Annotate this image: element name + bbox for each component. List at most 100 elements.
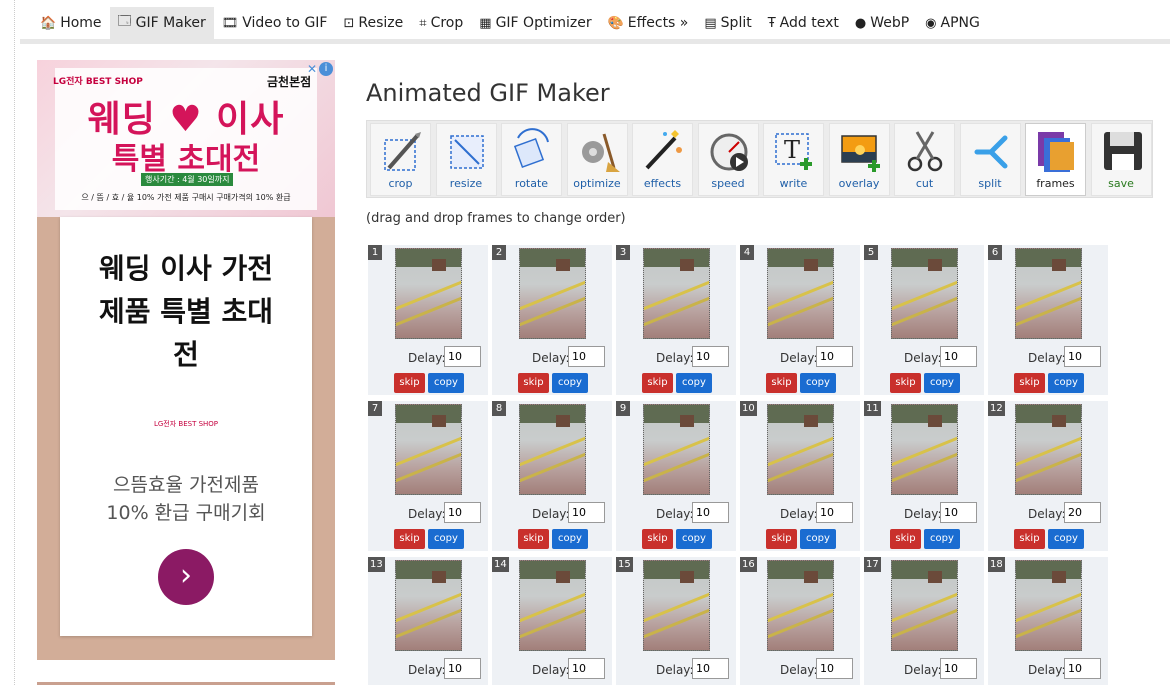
- frame-thumbnail[interactable]: [519, 248, 586, 339]
- frame-thumbnail[interactable]: [891, 248, 958, 339]
- copy-button[interactable]: copy: [800, 373, 836, 393]
- frame-thumbnail[interactable]: [395, 560, 462, 651]
- delay-input[interactable]: [816, 658, 853, 679]
- delay-input[interactable]: [568, 502, 605, 523]
- copy-button[interactable]: copy: [800, 529, 836, 549]
- frame-card[interactable]: 3 Delay: skipcopy: [616, 245, 736, 395]
- tool-cut-button[interactable]: cut: [894, 123, 955, 196]
- copy-button[interactable]: copy: [1048, 529, 1084, 549]
- frame-thumbnail[interactable]: [1015, 248, 1082, 339]
- tool-split-button[interactable]: split: [959, 123, 1021, 196]
- frame-thumbnail[interactable]: [519, 560, 586, 651]
- delay-input[interactable]: [568, 658, 605, 679]
- ad-info-icon[interactable]: i: [319, 62, 333, 76]
- frame-thumbnail[interactable]: [395, 404, 462, 495]
- frame-thumbnail[interactable]: [1015, 404, 1082, 495]
- copy-button[interactable]: copy: [676, 373, 712, 393]
- tool-crop-button[interactable]: crop: [370, 123, 431, 196]
- nav-crop[interactable]: ⌗ Crop: [411, 7, 471, 39]
- copy-button[interactable]: copy: [924, 373, 960, 393]
- delay-input[interactable]: [444, 502, 481, 523]
- nav-gif-maker[interactable]: 🗔 GIF Maker: [109, 7, 214, 39]
- nav-resize[interactable]: ⊡ Resize: [335, 7, 411, 39]
- frame-card[interactable]: 4 Delay: skipcopy: [740, 245, 860, 395]
- copy-button[interactable]: copy: [428, 373, 464, 393]
- frame-card[interactable]: 12 Delay: skipcopy: [988, 401, 1108, 551]
- frame-card[interactable]: 16Delay:skipcopy: [740, 557, 860, 685]
- frame-card[interactable]: 8 Delay: skipcopy: [492, 401, 612, 551]
- ad-card[interactable]: 웨딩 이사 가전제품 특별 초대전 LG전자 BEST SHOP 으뜸효율 가전…: [60, 217, 312, 636]
- delay-input[interactable]: [444, 346, 481, 367]
- delay-input[interactable]: [1064, 658, 1101, 679]
- delay-input[interactable]: [692, 502, 729, 523]
- frame-card[interactable]: 7 Delay: skipcopy: [368, 401, 488, 551]
- tool-speed-button[interactable]: speed: [697, 123, 759, 196]
- frame-thumbnail[interactable]: [767, 560, 834, 651]
- delay-input[interactable]: [444, 658, 481, 679]
- copy-button[interactable]: copy: [552, 373, 588, 393]
- frame-card[interactable]: 6 Delay: skipcopy: [988, 245, 1108, 395]
- frame-card[interactable]: 1 Delay: skipcopy: [368, 245, 488, 395]
- delay-input[interactable]: [816, 346, 853, 367]
- tool-write-button[interactable]: Twrite: [763, 123, 824, 196]
- skip-button[interactable]: skip: [642, 373, 673, 393]
- skip-button[interactable]: skip: [642, 529, 673, 549]
- copy-button[interactable]: copy: [428, 529, 464, 549]
- skip-button[interactable]: skip: [766, 373, 797, 393]
- frame-thumbnail[interactable]: [891, 560, 958, 651]
- delay-input[interactable]: [1064, 502, 1101, 523]
- nav-apng[interactable]: ◉ APNG: [917, 7, 988, 39]
- tool-save-button[interactable]: save: [1090, 123, 1152, 196]
- frame-thumbnail[interactable]: [643, 560, 710, 651]
- skip-button[interactable]: skip: [518, 373, 549, 393]
- skip-button[interactable]: skip: [1014, 529, 1045, 549]
- skip-button[interactable]: skip: [1014, 373, 1045, 393]
- ad-close-icon[interactable]: ✕: [307, 62, 317, 76]
- tool-overlay-button[interactable]: overlay: [828, 123, 890, 196]
- frame-card[interactable]: 14Delay:skipcopy: [492, 557, 612, 685]
- frame-thumbnail[interactable]: [767, 248, 834, 339]
- tool-rotate-button[interactable]: rotate: [501, 123, 562, 196]
- tool-effects-button[interactable]: effects: [632, 123, 693, 196]
- tool-frames-button[interactable]: frames: [1025, 123, 1086, 196]
- frame-thumbnail[interactable]: [643, 248, 710, 339]
- skip-button[interactable]: skip: [766, 529, 797, 549]
- delay-input[interactable]: [940, 658, 977, 679]
- frame-card[interactable]: 10 Delay: skipcopy: [740, 401, 860, 551]
- copy-button[interactable]: copy: [1048, 373, 1084, 393]
- nav-home[interactable]: 🏠 Home: [32, 7, 110, 39]
- delay-input[interactable]: [940, 502, 977, 523]
- copy-button[interactable]: copy: [924, 529, 960, 549]
- nav-effects[interactable]: 🎨 Effects »: [600, 7, 697, 39]
- frame-thumbnail[interactable]: [891, 404, 958, 495]
- delay-input[interactable]: [940, 346, 977, 367]
- frame-card[interactable]: 9 Delay: skipcopy: [616, 401, 736, 551]
- nav-split[interactable]: ▤ Split: [696, 7, 759, 39]
- frame-card[interactable]: 15Delay:skipcopy: [616, 557, 736, 685]
- frame-card[interactable]: 18Delay:skipcopy: [988, 557, 1108, 685]
- frame-card[interactable]: 11 Delay: skipcopy: [864, 401, 984, 551]
- copy-button[interactable]: copy: [676, 529, 712, 549]
- delay-input[interactable]: [692, 346, 729, 367]
- copy-button[interactable]: copy: [552, 529, 588, 549]
- tool-optimize-button[interactable]: optimize: [566, 123, 628, 196]
- delay-input[interactable]: [692, 658, 729, 679]
- frame-card[interactable]: 2 Delay: skipcopy: [492, 245, 612, 395]
- frame-card[interactable]: 17Delay:skipcopy: [864, 557, 984, 685]
- skip-button[interactable]: skip: [890, 373, 921, 393]
- skip-button[interactable]: skip: [394, 529, 425, 549]
- ad-banner-image[interactable]: LG전자 BEST SHOP 금천본점 웨딩 ♥ 이사 특별 초대전 행사기간 …: [37, 60, 335, 217]
- frame-thumbnail[interactable]: [395, 248, 462, 339]
- skip-button[interactable]: skip: [890, 529, 921, 549]
- frame-card[interactable]: 13Delay:skipcopy: [368, 557, 488, 685]
- nav-add-text[interactable]: Ŧ Add text: [760, 7, 847, 39]
- frame-thumbnail[interactable]: [767, 404, 834, 495]
- advertisement[interactable]: LG전자 BEST SHOP 금천본점 웨딩 ♥ 이사 특별 초대전 행사기간 …: [37, 60, 335, 660]
- frame-thumbnail[interactable]: [1015, 560, 1082, 651]
- delay-input[interactable]: [1064, 346, 1101, 367]
- ad-arrow-button[interactable]: ›: [158, 549, 214, 605]
- skip-button[interactable]: skip: [518, 529, 549, 549]
- nav-gif-optimizer[interactable]: ▦ GIF Optimizer: [471, 7, 599, 39]
- frame-thumbnail[interactable]: [519, 404, 586, 495]
- frame-thumbnail[interactable]: [643, 404, 710, 495]
